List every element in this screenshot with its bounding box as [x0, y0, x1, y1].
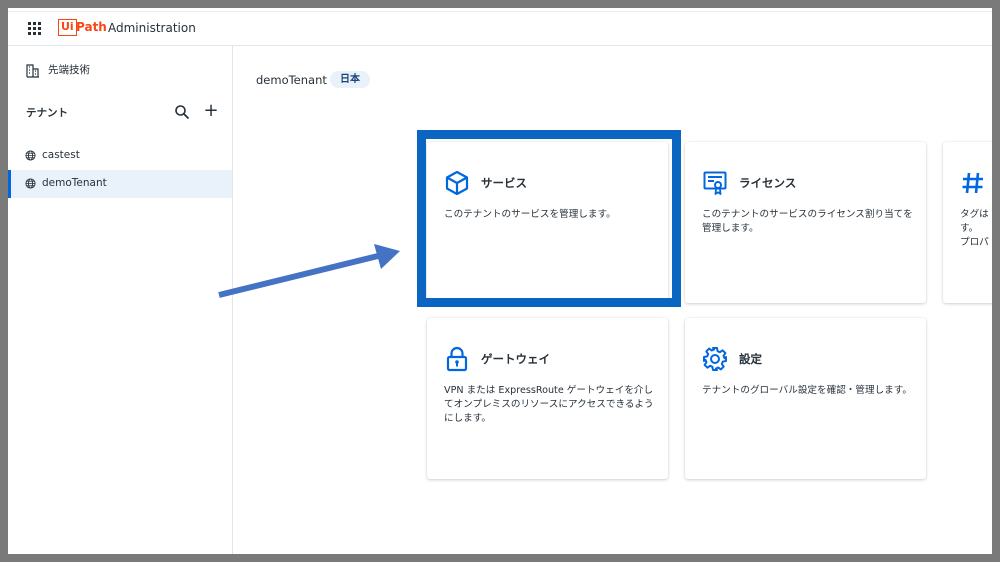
tenant-name: demoTenant	[42, 177, 107, 189]
licenses-card[interactable]: ライセンス このテナントのサービスのライセンス割り当てを管理します。	[685, 142, 926, 303]
uipath-logo-text[interactable]: Path	[76, 19, 107, 36]
tenants-heading: テナント	[26, 107, 68, 119]
card-description: タグは す。 プロパ	[960, 209, 989, 248]
card-description: テナントのグローバル設定を確認・管理します。	[702, 385, 913, 396]
tags-card[interactable]: タグは す。 プロパ	[943, 142, 992, 303]
globe-icon	[25, 178, 36, 189]
tenant-item-castest[interactable]: castest	[8, 142, 232, 170]
gateway-card[interactable]: ゲートウェイ VPN または ExpressRoute ゲートウェイを介してオン…	[427, 318, 668, 479]
lock-icon	[446, 346, 468, 372]
tenant-name: castest	[42, 149, 80, 161]
tenant-item-demotenant[interactable]: demoTenant	[8, 170, 232, 198]
card-description: このテナントのサービスを管理します。	[444, 209, 616, 220]
window: Ui Path Administration 先端技術 テナント + caste…	[8, 8, 992, 554]
settings-card[interactable]: 設定 テナントのグローバル設定を確認・管理します。	[685, 318, 926, 479]
main-content: demoTenant 日本 サービス このテナントのサービスを管理します。 ライ…	[234, 46, 992, 554]
hash-icon	[962, 172, 983, 194]
card-title: 設定	[739, 352, 762, 366]
card-description: このテナントのサービスのライセンス割り当てを管理します。	[702, 209, 913, 234]
license-certificate-icon	[703, 171, 727, 195]
tenant-title: demoTenant	[256, 73, 327, 87]
globe-icon	[25, 150, 36, 161]
org-name: 先端技術	[48, 64, 90, 76]
building-icon	[26, 64, 39, 78]
top-divider	[8, 11, 992, 12]
region-badge: 日本	[330, 71, 370, 88]
app-title: Administration	[108, 21, 196, 35]
card-title: ゲートウェイ	[481, 352, 550, 366]
cube-icon	[445, 170, 469, 196]
gear-icon	[703, 347, 727, 371]
add-tenant-icon[interactable]: +	[203, 102, 219, 120]
sidebar: 先端技術 テナント + castest demoTenant	[8, 46, 233, 554]
apps-grid-icon[interactable]	[28, 22, 42, 36]
search-icon[interactable]	[174, 104, 190, 120]
card-title: ライセンス	[739, 176, 797, 190]
top-bar: Ui Path Administration	[8, 8, 992, 46]
card-title: サービス	[481, 176, 527, 190]
card-description: VPN または ExpressRoute ゲートウェイを介してオンプレミスのリソ…	[444, 385, 654, 424]
uipath-logo[interactable]: Ui	[58, 19, 77, 36]
services-card[interactable]: サービス このテナントのサービスを管理します。	[427, 142, 668, 303]
